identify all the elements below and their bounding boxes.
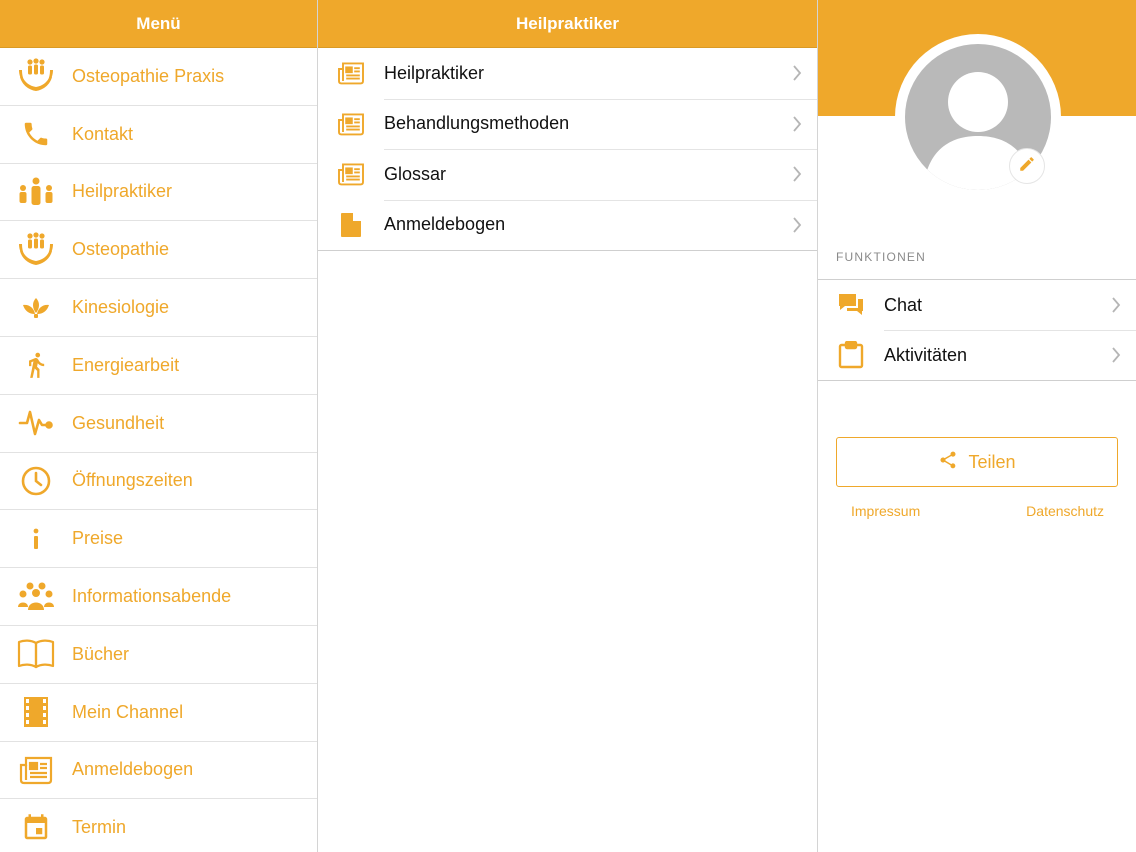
menu-item-label: Osteopathie [72, 239, 170, 260]
clock-icon [0, 465, 72, 497]
menu-item-osteopathie-praxis[interactable]: Osteopathie Praxis [0, 48, 317, 106]
walking-icon [0, 348, 72, 382]
content-list: Heilpraktiker Behandlungsmethoden Glossa… [318, 48, 817, 251]
film-icon [0, 696, 72, 728]
book-icon [0, 638, 72, 670]
menu-item-gesundheit[interactable]: Gesundheit [0, 395, 317, 453]
list-item-label: Anmeldebogen [384, 214, 506, 235]
menu-item-mein-channel[interactable]: Mein Channel [0, 684, 317, 742]
edit-avatar-button[interactable] [1009, 148, 1045, 184]
profile-panel: FUNKTIONEN Chat Aktivitäten Teilen Impre… [818, 0, 1136, 852]
list-item-anmeldebogen[interactable]: Anmeldebogen [318, 199, 817, 251]
content-header: Heilpraktiker [318, 0, 817, 48]
share-icon [938, 450, 958, 475]
menu-item-label: Kontakt [72, 123, 134, 144]
menu-item-label: Kinesiologie [72, 297, 170, 318]
function-label: Chat [884, 294, 923, 315]
impressum-link[interactable]: Impressum [851, 503, 920, 519]
list-item-label: Behandlungsmethoden [384, 113, 570, 134]
chevron-right-icon [777, 217, 817, 233]
menu-item-label: Gesundheit [72, 412, 165, 433]
menu-item-label: Heilpraktiker [72, 181, 173, 202]
content-title: Heilpraktiker [516, 13, 619, 33]
section-title: FUNKTIONEN [836, 250, 926, 264]
chevron-right-icon [1096, 297, 1136, 313]
list-item-behandlungsmethoden[interactable]: Behandlungsmethoden [318, 98, 817, 150]
menu-item-kinesiologie[interactable]: Kinesiologie [0, 279, 317, 337]
menu-item-anmeldebogen[interactable]: Anmeldebogen [0, 742, 317, 800]
menu-item-preise[interactable]: Preise [0, 510, 317, 569]
menu-item-label: Termin [72, 817, 127, 838]
chevron-right-icon [777, 65, 817, 81]
group-icon [0, 581, 72, 613]
datenschutz-link[interactable]: Datenschutz [1026, 503, 1104, 519]
menu-item-label: Energiearbeit [72, 354, 180, 375]
info-icon [0, 528, 72, 550]
family-icon [0, 177, 72, 207]
menu-item-energiearbeit[interactable]: Energiearbeit [0, 337, 317, 395]
menu-item-termin[interactable]: Termin [0, 799, 317, 852]
lotus-icon [0, 296, 72, 320]
menu-item-informationsabende[interactable]: Informationsabende [0, 568, 317, 626]
menu-item-label: Öffnungszeiten [72, 470, 193, 491]
share-label: Teilen [968, 451, 1016, 472]
share-button[interactable]: Teilen [836, 437, 1118, 487]
list-item-label: Glossar [384, 163, 447, 184]
menu-item-label: Anmeldebogen [72, 759, 194, 780]
list-item-glossar[interactable]: Glossar [318, 149, 817, 200]
menu-item-label: Mein Channel [72, 701, 184, 722]
chat-icon [818, 292, 884, 318]
menu-item-label: Osteopathie Praxis [72, 65, 225, 86]
newspaper-icon [0, 755, 72, 785]
menu-item-osteopathie[interactable]: Osteopathie [0, 221, 317, 280]
side-menu: Menü Osteopathie Praxis Kontakt Heilprak… [0, 0, 318, 852]
document-icon [318, 212, 384, 238]
list-item-label: Heilpraktiker [384, 62, 485, 83]
clipboard-icon [818, 341, 884, 369]
heartbeat-icon [0, 408, 72, 438]
menu-item-label: Preise [72, 528, 124, 549]
newspaper-icon [318, 112, 384, 136]
pencil-icon [1018, 155, 1036, 178]
newspaper-icon [318, 162, 384, 186]
menu-item-buecher[interactable]: Bücher [0, 626, 317, 684]
menu-title: Menü [136, 13, 181, 33]
calendar-icon [0, 813, 72, 843]
chevron-right-icon [777, 166, 817, 182]
function-item-aktivitaeten[interactable]: Aktivitäten [818, 330, 1136, 380]
content-pane: Heilpraktiker Heilpraktiker Behandlungsm… [318, 0, 818, 852]
menu-item-oeffnungszeiten[interactable]: Öffnungszeiten [0, 453, 317, 511]
menu-item-label: Informationsabende [72, 586, 232, 607]
chevron-right-icon [777, 116, 817, 132]
hands-people-icon [0, 56, 72, 96]
menu-item-kontakt[interactable]: Kontakt [0, 106, 317, 164]
function-label: Aktivitäten [884, 344, 968, 365]
newspaper-icon [318, 61, 384, 85]
phone-icon [0, 119, 72, 149]
function-item-chat[interactable]: Chat [818, 280, 1136, 330]
functions-list: Chat Aktivitäten [818, 279, 1136, 381]
menu-item-label: Bücher [72, 643, 130, 664]
list-item-heilpraktiker[interactable]: Heilpraktiker [318, 48, 817, 99]
menu-item-heilpraktiker[interactable]: Heilpraktiker [0, 164, 317, 222]
chevron-right-icon [1096, 347, 1136, 363]
hands-people-icon [0, 230, 72, 270]
menu-header: Menü [0, 0, 317, 48]
